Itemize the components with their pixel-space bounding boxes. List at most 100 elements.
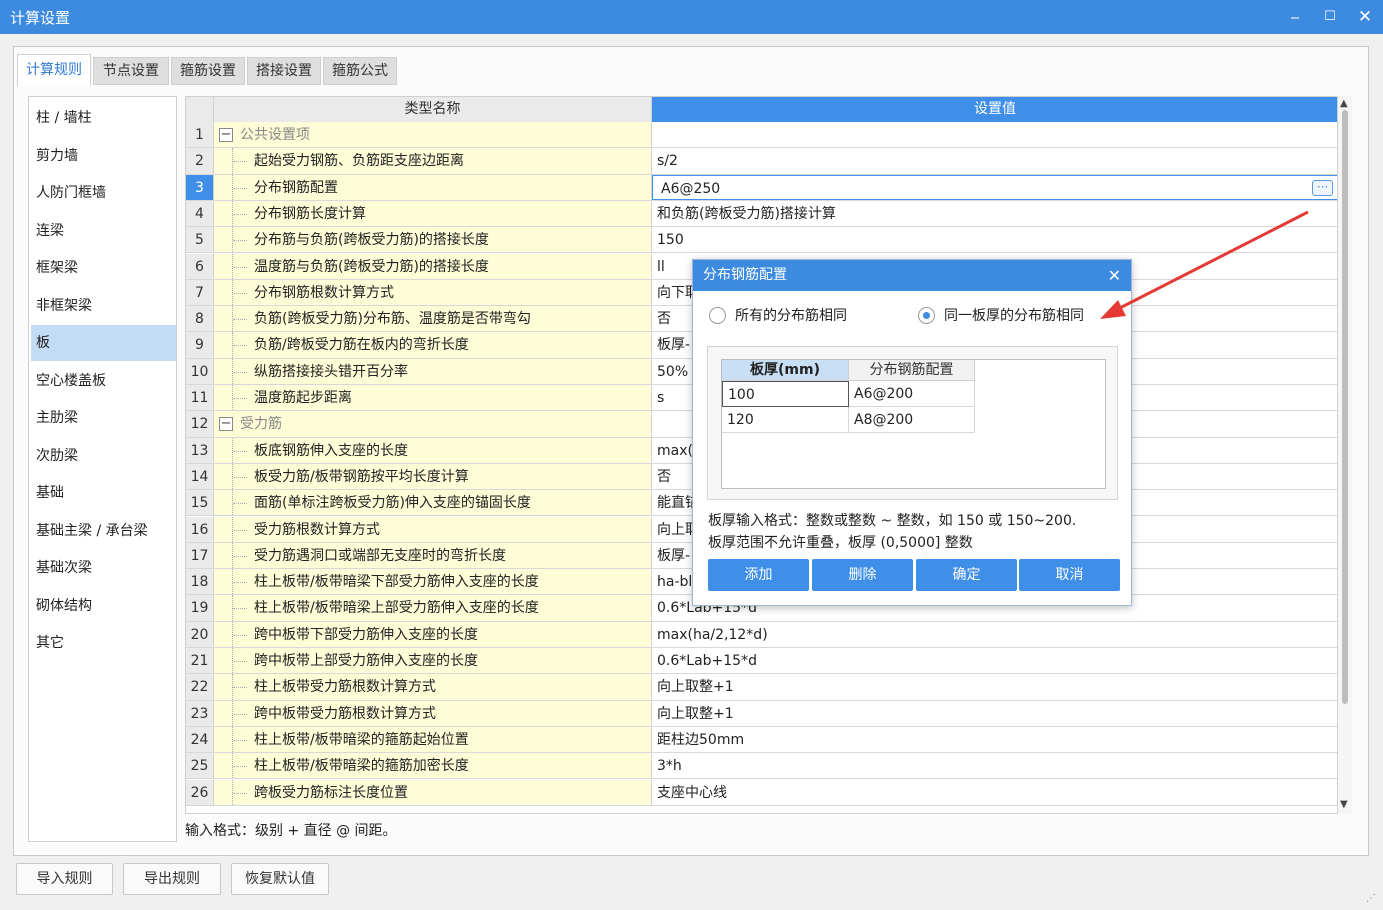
tree-line-icon — [232, 279, 252, 306]
row-type-name: 分布钢筋长度计算 — [254, 205, 366, 222]
collapse-icon[interactable]: − — [219, 128, 233, 142]
row-type-name-cell: 温度筋起步距离 — [214, 385, 652, 411]
row-type-name-cell: 分布钢筋长度计算 — [214, 200, 652, 227]
row-setting-value[interactable]: s/2 — [652, 148, 1337, 173]
row-number: 26 — [186, 779, 214, 805]
row-type-name-cell: 柱上板带/板带暗梁的箍筋加密长度 — [214, 753, 652, 779]
add-button[interactable]: 添加 — [708, 559, 809, 591]
collapse-icon[interactable]: − — [219, 417, 233, 432]
row-type-name-cell: 起始受力钢筋、负筋距支座边距离 — [214, 148, 652, 174]
tab-stirrup-settings[interactable]: 箍筋设置 — [171, 57, 245, 85]
sidebar-item[interactable]: 其它 — [31, 625, 176, 661]
sidebar-item[interactable]: 基础 — [31, 475, 176, 511]
scroll-up-icon[interactable]: ▲ — [1340, 98, 1348, 109]
table-row[interactable]: 24 柱上板带/板带暗梁的箍筋起始位置 距柱边50mm — [186, 726, 1337, 754]
table-row[interactable]: 21 跨中板带上部受力筋伸入支座的长度 0.6*Lab+15*d — [186, 648, 1337, 675]
row-type-name: 柱上板带受力筋根数计算方式 — [254, 679, 436, 696]
sidebar-item[interactable]: 非框架梁 — [31, 288, 176, 324]
scroll-down-icon[interactable]: ▼ — [1340, 799, 1348, 810]
sidebar-item[interactable]: 基础次梁 — [31, 550, 176, 586]
ok-button[interactable]: 确定 — [916, 559, 1017, 591]
row-setting-value[interactable]: 和负筋(跨板受力筋)搭接计算 — [652, 201, 1337, 226]
maximize-button[interactable]: ☐ — [1315, 4, 1345, 30]
row-number: 17 — [186, 542, 214, 569]
sidebar-item[interactable]: 柱 / 墙柱 — [31, 100, 176, 136]
sidebar-item[interactable]: 基础主梁 / 承台梁 — [31, 513, 176, 549]
tree-line-icon — [232, 648, 252, 674]
row-setting-value[interactable]: 距柱边50mm — [652, 727, 1337, 752]
table-row[interactable]: 23 跨中板带受力筋根数计算方式 向上取整+1 — [186, 700, 1337, 727]
cancel-button[interactable]: 取消 — [1019, 559, 1120, 591]
table-row[interactable]: 22 柱上板带受力筋根数计算方式 向上取整+1 — [186, 674, 1337, 701]
table-row[interactable]: 1− 公共设置项 — [186, 122, 1337, 149]
table-row[interactable]: 4 分布钢筋长度计算 和负筋(跨板受力筋)搭接计算 — [186, 200, 1337, 228]
table-row[interactable]: 26 跨板受力筋标注长度位置 支座中心线 — [186, 779, 1337, 806]
row-setting-value[interactable]: 向上取整+1 — [652, 674, 1337, 699]
row-setting-value-text: ll — [657, 258, 665, 275]
row-setting-value[interactable]: 向上取整+1 — [652, 701, 1337, 726]
dialog-close-button[interactable]: ✕ — [1108, 260, 1121, 291]
row-type-name: 跨中板带上部受力筋伸入支座的长度 — [254, 653, 478, 669]
table-row[interactable]: 2 起始受力钢筋、负筋距支座边距离 s/2 — [186, 148, 1337, 175]
row-setting-value[interactable]: 150 — [652, 227, 1337, 252]
row-setting-value[interactable] — [652, 122, 1337, 147]
sidebar-item[interactable]: 空心楼盖板 — [31, 363, 176, 399]
grid-scrollbar[interactable]: ▲ ▼ — [1338, 96, 1352, 814]
tab-node-settings[interactable]: 节点设置 — [93, 57, 169, 85]
restore-defaults-button[interactable]: 恢复默认值 — [231, 863, 329, 895]
sidebar-item[interactable]: 次肋梁 — [31, 438, 176, 474]
row-setting-value[interactable]: max(ha/2,12*d) — [652, 622, 1337, 647]
radio-circle-icon[interactable] — [709, 307, 726, 324]
row-setting-value[interactable]: 支座中心线 — [652, 780, 1337, 805]
tree-line-icon — [232, 385, 252, 411]
row-setting-value-text: 板厚- — [657, 337, 691, 354]
row-type-name-cell: 面筋(单标注跨板受力筋)伸入支座的锚固长度 — [214, 490, 652, 516]
row-setting-value[interactable]: 3*h — [652, 753, 1337, 778]
tab-stirrup-formula[interactable]: 箍筋公式 — [323, 57, 397, 85]
thickness-cell[interactable]: 100 — [722, 381, 849, 407]
row-type-name: 板受力筋/板带钢筋按平均长度计算 — [254, 468, 469, 485]
row-type-name-cell: 板底钢筋伸入支座的长度 — [214, 437, 652, 463]
sidebar-item[interactable]: 连梁 — [31, 213, 176, 249]
tab-lap-settings[interactable]: 搭接设置 — [247, 57, 321, 85]
delete-button[interactable]: 删除 — [812, 559, 913, 591]
table-row[interactable]: 5 分布筋与负筋(跨板受力筋)的搭接长度 150 — [186, 227, 1337, 254]
export-rules-button[interactable]: 导出规则 — [123, 863, 221, 895]
row-type-name-cell: 柱上板带/板带暗梁上部受力筋伸入支座的长度 — [214, 595, 652, 621]
row-number: 23 — [186, 700, 214, 726]
thickness-cell[interactable]: 120 — [722, 407, 849, 433]
config-column-header[interactable]: 分布钢筋配置 — [849, 360, 975, 381]
table-row[interactable]: 3 分布钢筋配置 A6@250 ⋯ — [186, 174, 1337, 201]
config-cell[interactable]: A8@200 — [849, 407, 975, 433]
row-type-name: 温度筋与负筋(跨板受力筋)的搭接长度 — [254, 258, 489, 275]
sidebar-item[interactable]: 主肋梁 — [31, 400, 176, 436]
row-type-name: 分布筋与负筋(跨板受力筋)的搭接长度 — [254, 232, 489, 249]
config-cell[interactable]: A6@200 — [849, 381, 975, 407]
window-title: 计算设置 — [10, 9, 71, 27]
thickness-column-header[interactable]: 板厚(mm) — [722, 360, 849, 381]
row-setting-value-text: max( — [657, 442, 693, 459]
thickness-table: 板厚(mm) 分布钢筋配置 100 A6@200 120 A8@200 — [721, 359, 1106, 489]
ellipsis-icon[interactable]: ⋯ — [1312, 179, 1333, 196]
resize-grip-icon[interactable]: ⋰ — [1366, 893, 1376, 904]
import-rules-button[interactable]: 导入规则 — [16, 863, 113, 895]
sidebar-item[interactable]: 剪力墙 — [31, 138, 176, 174]
radio-circle-selected-icon[interactable] — [918, 307, 935, 324]
sidebar-item[interactable]: 人防门框墙 — [31, 175, 176, 211]
row-type-name-cell: 分布筋与负筋(跨板受力筋)的搭接长度 — [214, 227, 652, 253]
input-format-hint: 输入格式：级别 + 直径 @ 间距。 — [185, 823, 397, 839]
table-row[interactable]: 20 跨中板带下部受力筋伸入支座的长度 max(ha/2,12*d) — [186, 621, 1337, 648]
row-number: 15 — [186, 490, 214, 516]
row-setting-value[interactable]: 0.6*Lab+15*d — [652, 648, 1337, 673]
scroll-thumb[interactable] — [1342, 110, 1348, 704]
row-setting-value[interactable]: A6@250 ⋯ — [652, 174, 1337, 200]
close-button[interactable]: ✕ — [1350, 4, 1380, 30]
sidebar-item[interactable]: 板 — [31, 325, 176, 361]
sidebar-item[interactable]: 框架梁 — [31, 250, 176, 286]
table-row[interactable]: 25 柱上板带/板带暗梁的箍筋加密长度 3*h — [186, 753, 1337, 780]
minimize-button[interactable]: ‒ — [1280, 4, 1310, 30]
row-number: 21 — [186, 648, 214, 674]
tab-calc-rules[interactable]: 计算规则 — [17, 54, 91, 87]
row-type-name-cell: 柱上板带受力筋根数计算方式 — [214, 674, 652, 700]
sidebar-item[interactable]: 砌体结构 — [31, 588, 176, 624]
